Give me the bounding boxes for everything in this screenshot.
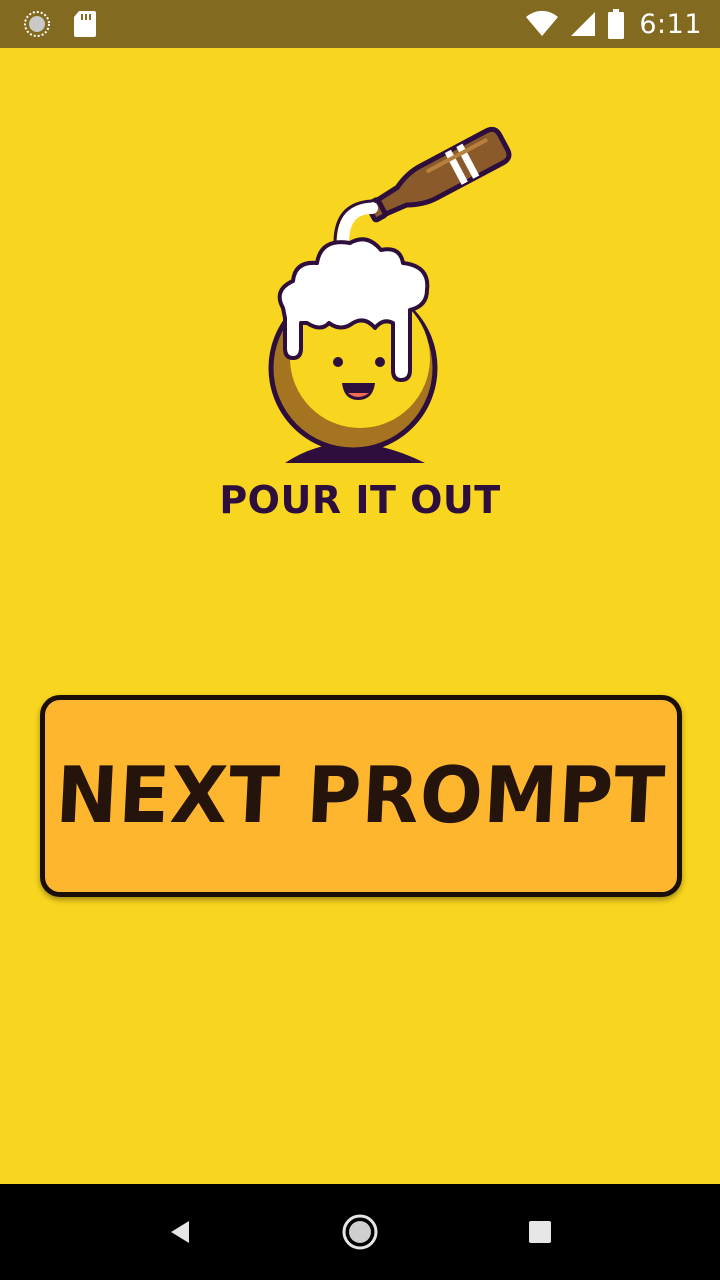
- wifi-icon: [526, 10, 559, 36]
- next-prompt-button-label: NEXT PROMPT: [54, 750, 668, 842]
- status-bar: 6:11: [0, 0, 720, 48]
- status-bar-left-icons: [22, 9, 98, 39]
- home-button[interactable]: [336, 1208, 384, 1256]
- app-title: POUR IT OUT: [219, 478, 501, 522]
- back-icon: [171, 1221, 189, 1243]
- navigation-bar: [0, 1184, 720, 1280]
- signal-icon: [571, 12, 596, 36]
- sync-icon: [24, 11, 50, 37]
- main-screen: POUR IT OUT NEXT PROMPT: [0, 48, 720, 1184]
- sd-card-icon: [74, 11, 96, 37]
- status-clock: 6:11: [639, 8, 702, 40]
- next-prompt-button[interactable]: NEXT PROMPT: [40, 695, 682, 897]
- home-icon: [342, 1214, 378, 1250]
- back-button[interactable]: [156, 1208, 204, 1256]
- recents-button[interactable]: [516, 1208, 564, 1256]
- status-bar-right-icons: 6:11: [525, 6, 702, 42]
- battery-icon: [608, 9, 625, 39]
- app-logo-icon: [268, 126, 512, 463]
- recents-icon: [529, 1221, 551, 1243]
